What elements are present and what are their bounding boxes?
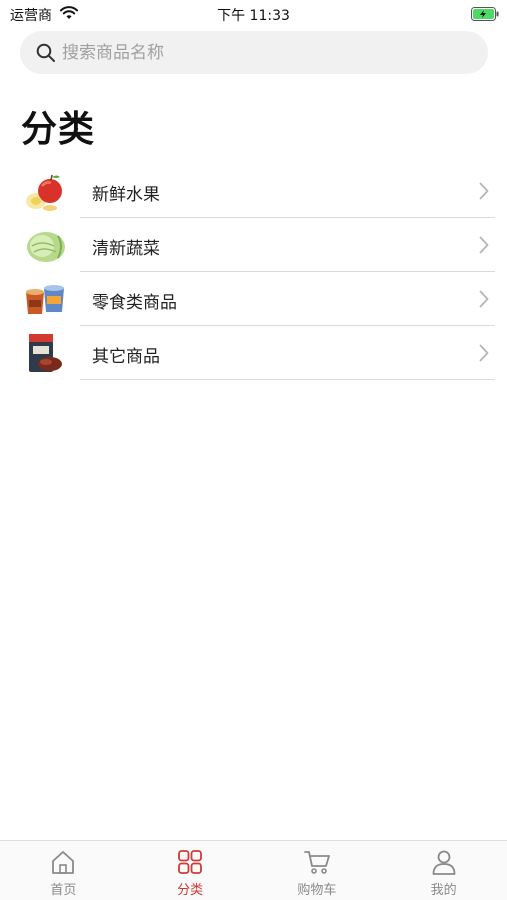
category-item-fruit[interactable]: 新鲜水果 (0, 164, 507, 218)
tab-label: 分类 (177, 883, 204, 898)
tab-category[interactable]: 分类 (127, 841, 254, 900)
search-bar[interactable] (20, 31, 488, 74)
tab-bar: 首页 分类 购物车 我的 (0, 840, 507, 900)
battery-charging-icon (471, 6, 499, 25)
tab-label: 我的 (430, 883, 457, 898)
tab-profile[interactable]: 我的 (380, 841, 507, 900)
search-input[interactable] (62, 31, 462, 74)
chevron-right-icon (479, 236, 489, 258)
divider (80, 379, 495, 380)
tab-cart[interactable]: 购物车 (254, 841, 381, 900)
chevron-right-icon (479, 290, 489, 312)
chevron-right-icon (479, 182, 489, 204)
tab-label: 购物车 (297, 883, 337, 898)
category-list: 新鲜水果 清新蔬菜 零食类商品 其它商品 (0, 164, 507, 380)
cabbage-thumbnail (24, 226, 66, 266)
clock: 下午 11:33 (217, 8, 290, 24)
category-label: 清新蔬菜 (92, 239, 160, 259)
package-thumbnail (24, 334, 66, 374)
apple-thumbnail (24, 172, 66, 212)
category-label: 其它商品 (92, 347, 160, 367)
status-bar: 运营商 下午 11:33 (0, 0, 507, 28)
category-label: 零食类商品 (92, 293, 177, 313)
search-icon (36, 43, 56, 67)
grid-icon (177, 849, 203, 879)
category-item-other[interactable]: 其它商品 (0, 326, 507, 380)
home-icon (50, 849, 76, 879)
tab-home[interactable]: 首页 (0, 841, 127, 900)
chevron-right-icon (479, 344, 489, 366)
category-label: 新鲜水果 (92, 185, 160, 205)
page-title: 分类 (21, 109, 96, 150)
category-item-snacks[interactable]: 零食类商品 (0, 272, 507, 326)
person-icon (431, 849, 457, 879)
cart-icon (303, 849, 331, 879)
snack-cup-thumbnail (24, 280, 66, 320)
tab-label: 首页 (50, 883, 77, 898)
category-item-vegetable[interactable]: 清新蔬菜 (0, 218, 507, 272)
